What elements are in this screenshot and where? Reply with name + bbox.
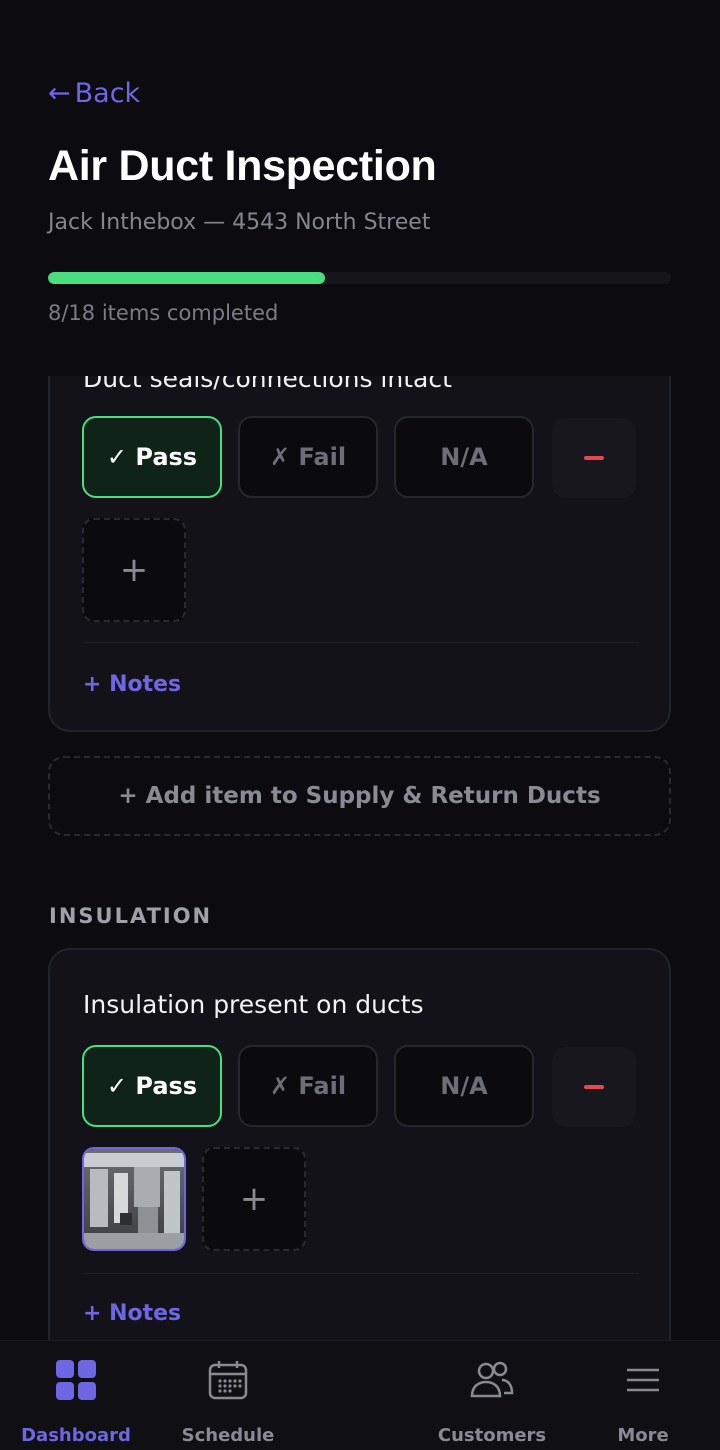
fail-button[interactable]: ✗ Fail <box>238 416 378 498</box>
nav-item-more[interactable]: More <box>592 1341 694 1450</box>
na-button[interactable]: N/A <box>394 1045 534 1127</box>
nav-item-dashboard[interactable]: Dashboard <box>20 1341 132 1450</box>
add-photo-button[interactable]: + <box>82 518 186 622</box>
progress-bar-fill <box>48 272 325 284</box>
minus-icon <box>584 1085 604 1089</box>
progress-bar <box>48 272 671 284</box>
add-item-button[interactable]: + Add item to Supply & Return Ducts <box>48 756 671 836</box>
checklist-item-title: Insulation present on ducts <box>83 990 424 1019</box>
add-notes-link[interactable]: + Notes <box>83 672 181 697</box>
nav-label: Customers <box>437 1425 547 1446</box>
divider <box>83 1273 639 1274</box>
divider <box>83 642 639 643</box>
page-title: Air Duct Inspection <box>48 142 437 190</box>
remove-item-button[interactable] <box>552 418 636 498</box>
nav-item-customers[interactable]: Customers <box>432 1341 552 1450</box>
fail-button[interactable]: ✗ Fail <box>238 1045 378 1127</box>
checklist-card-insulation: Insulation present on ducts ✓ Pass ✗ Fai… <box>48 948 671 1340</box>
customer-address: Jack Inthebox — 4543 North Street <box>48 210 431 235</box>
back-button[interactable]: ← Back <box>48 78 140 109</box>
progress-text: 8/18 items completed <box>48 301 279 325</box>
page-header: ← Back Air Duct Inspection Jack Inthebox … <box>0 0 720 376</box>
pass-button[interactable]: ✓ Pass <box>82 416 222 498</box>
nav-label: More <box>617 1425 669 1446</box>
add-photo-button[interactable]: + <box>202 1147 306 1251</box>
duct-photo-image <box>84 1149 184 1249</box>
calendar-icon <box>208 1359 248 1401</box>
plus-icon: + <box>239 1179 269 1219</box>
pass-button[interactable]: ✓ Pass <box>82 1045 222 1127</box>
users-icon <box>470 1359 514 1401</box>
nav-label: Schedule <box>181 1425 275 1446</box>
minus-icon <box>584 456 604 460</box>
section-heading-insulation: INSULATION <box>49 904 213 928</box>
grid-icon <box>56 1359 96 1401</box>
menu-icon <box>623 1359 663 1401</box>
plus-icon: + <box>119 550 149 590</box>
bottom-navigation: Dashboard Schedule Customers More <box>0 1340 720 1450</box>
nav-item-schedule[interactable]: Schedule <box>172 1341 284 1450</box>
remove-item-button[interactable] <box>552 1047 636 1127</box>
back-label: Back <box>74 78 141 109</box>
photo-thumbnail[interactable] <box>82 1147 186 1251</box>
nav-label: Dashboard <box>21 1425 131 1446</box>
arrow-left-icon: ← <box>48 78 71 109</box>
add-notes-link[interactable]: + Notes <box>83 1301 181 1326</box>
na-button[interactable]: N/A <box>394 416 534 498</box>
